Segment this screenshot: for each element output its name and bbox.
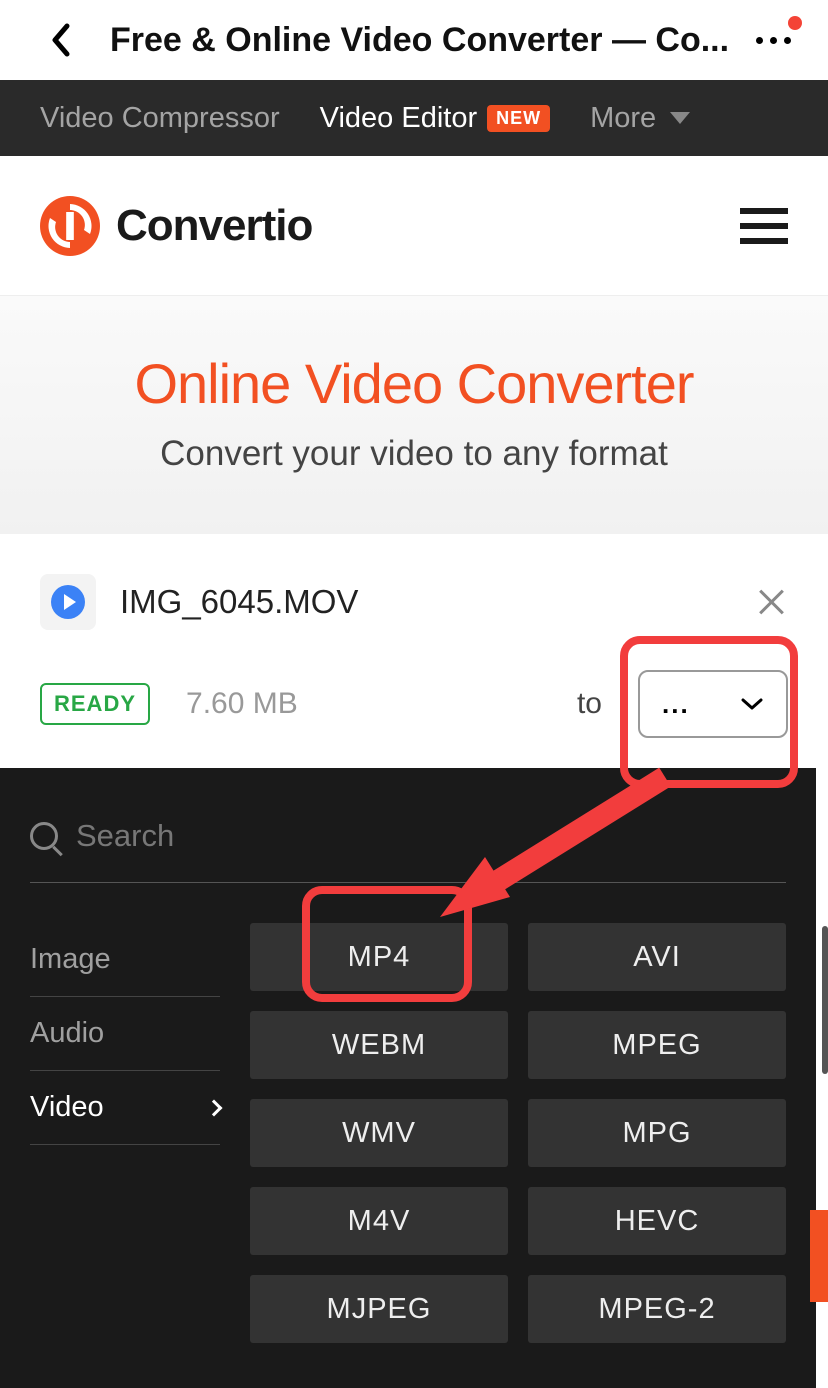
format-option-mjpeg[interactable]: MJPEG — [250, 1275, 508, 1343]
hero: Online Video Converter Convert your vide… — [0, 296, 828, 534]
category-label: Image — [30, 943, 111, 976]
remove-file-button[interactable] — [756, 586, 788, 618]
brand-header: Convertio — [0, 156, 828, 296]
status-badge: READY — [40, 683, 150, 725]
chevron-down-icon — [670, 112, 690, 124]
format-option-m4v[interactable]: M4V — [250, 1187, 508, 1255]
nav-video-editor[interactable]: Video Editor NEW — [320, 102, 550, 135]
format-option-hevc[interactable]: HEVC — [528, 1187, 786, 1255]
format-search-row — [30, 798, 786, 883]
format-grid: MP4 AVI WEBM MPEG WMV MPG M4V HEVC MJPEG… — [250, 923, 786, 1343]
category-label: Video — [30, 1091, 104, 1124]
file-thumbnail[interactable] — [40, 574, 96, 630]
file-size: 7.60 MB — [186, 687, 298, 721]
nav-video-compressor[interactable]: Video Compressor — [40, 102, 280, 135]
file-name: IMG_6045.MOV — [120, 583, 732, 621]
category-label: Audio — [30, 1017, 104, 1050]
nav-video-editor-label: Video Editor — [320, 102, 477, 135]
format-option-wmv[interactable]: WMV — [250, 1099, 508, 1167]
category-audio[interactable]: Audio — [30, 997, 220, 1071]
format-option-mp4[interactable]: MP4 — [250, 923, 508, 991]
notification-dot — [788, 16, 802, 30]
format-dropdown-panel: Image Audio Video MP4 AVI WEBM MPEG WMV … — [0, 768, 816, 1388]
browser-more-button[interactable] — [748, 20, 798, 60]
side-tab[interactable] — [810, 1210, 828, 1302]
format-option-mpeg[interactable]: MPEG — [528, 1011, 786, 1079]
chevron-left-icon — [49, 22, 71, 58]
category-list: Image Audio Video — [30, 923, 220, 1343]
browser-title: Free & Online Video Converter — Co... — [110, 21, 748, 60]
format-option-mpeg2[interactable]: MPEG-2 — [528, 1275, 786, 1343]
category-video[interactable]: Video — [30, 1071, 220, 1145]
play-icon — [51, 585, 85, 619]
to-label: to — [577, 687, 602, 721]
convertio-logo-icon — [40, 196, 100, 256]
back-button[interactable] — [40, 20, 80, 60]
new-badge: NEW — [487, 105, 550, 132]
hero-title: Online Video Converter — [20, 351, 808, 416]
format-search-input[interactable] — [76, 818, 786, 854]
format-select-dropdown[interactable]: ... — [638, 670, 788, 738]
search-icon — [30, 822, 58, 850]
file-meta-row: READY 7.60 MB to ... — [0, 630, 828, 760]
format-option-mpg[interactable]: MPG — [528, 1099, 786, 1167]
hero-subtitle: Convert your video to any format — [20, 434, 808, 474]
brand-logo-link[interactable]: Convertio — [40, 196, 312, 256]
chevron-down-icon — [740, 697, 764, 711]
more-icon — [756, 37, 791, 44]
hamburger-icon — [740, 208, 788, 214]
format-option-avi[interactable]: AVI — [528, 923, 786, 991]
site-tool-nav: Video Compressor Video Editor NEW More — [0, 80, 828, 156]
nav-more-label: More — [590, 102, 656, 135]
hamburger-menu-button[interactable] — [740, 208, 788, 244]
nav-more[interactable]: More — [590, 102, 690, 135]
browser-bar: Free & Online Video Converter — Co... — [0, 0, 828, 80]
format-select-value: ... — [662, 689, 690, 720]
file-row: IMG_6045.MOV — [0, 534, 828, 630]
chevron-right-icon — [206, 1099, 223, 1116]
brand-name: Convertio — [116, 201, 312, 251]
scrollbar[interactable] — [822, 926, 828, 1074]
format-option-webm[interactable]: WEBM — [250, 1011, 508, 1079]
category-image[interactable]: Image — [30, 923, 220, 997]
